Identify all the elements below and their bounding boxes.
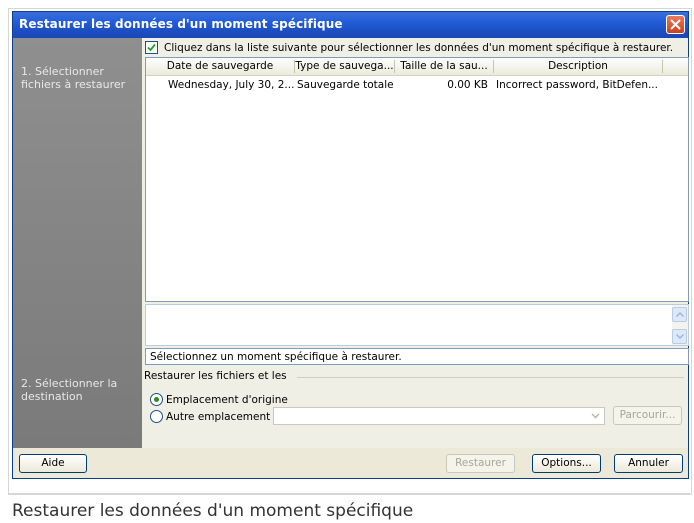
button-bar: Aide Restaurer Options... Annuler	[13, 448, 688, 478]
column-description[interactable]: Description	[494, 60, 662, 72]
column-type[interactable]: Type de sauvega...	[295, 60, 394, 72]
radio-other-location[interactable]: Autre emplacement :	[150, 410, 277, 423]
close-button[interactable]	[666, 15, 685, 34]
radio-other-label: Autre emplacement :	[166, 410, 278, 423]
figure-caption: Restaurer les données d'un moment spécif…	[8, 493, 690, 523]
restore-button[interactable]: Restaurer	[446, 454, 515, 473]
path-dropdown-button[interactable]	[588, 409, 603, 423]
column-size[interactable]: Taille de la sau...	[395, 60, 493, 72]
radio-original-label: Emplacement d'origine	[166, 393, 288, 406]
dialog-title: Restaurer les données d'un moment spécif…	[19, 17, 343, 31]
radio-original-location[interactable]: Emplacement d'origine	[150, 393, 288, 406]
cell-date: Wednesday, July 30, 2...	[168, 79, 294, 91]
group-divider	[297, 377, 684, 378]
radio-original-icon	[150, 393, 163, 406]
options-button[interactable]: Options...	[532, 454, 601, 473]
column-divider	[662, 60, 663, 73]
checkmark-icon	[147, 43, 156, 52]
wizard-sidebar: 1. Sélectionner fichiers à restaurer 2. …	[13, 38, 142, 448]
chevron-up-icon	[676, 312, 684, 317]
instruction-text: Cliquez dans la liste suivante pour séle…	[164, 41, 674, 54]
details-scrollbar[interactable]	[672, 305, 688, 345]
instruction-line: Cliquez dans la liste suivante pour séle…	[145, 41, 673, 54]
close-icon	[670, 19, 681, 30]
browse-button[interactable]: Parcourir...	[613, 406, 682, 425]
cell-size: 0.00 KB	[447, 79, 488, 91]
radio-other-icon	[150, 410, 163, 423]
destination-path-input[interactable]	[273, 407, 605, 425]
chevron-down-icon	[676, 334, 684, 339]
title-bar: Restaurer les données d'un moment spécif…	[13, 12, 688, 38]
cell-type: Sauvegarde totale	[297, 79, 394, 91]
status-text: Sélectionnez un moment spécifique à rest…	[145, 348, 689, 365]
cell-description: Incorrect password, BitDefen...	[496, 79, 658, 91]
backup-list[interactable]: Date de sauvegarde Type de sauvega... Ta…	[145, 57, 689, 302]
chevron-down-icon	[591, 413, 600, 419]
column-date[interactable]: Date de sauvegarde	[146, 60, 294, 72]
details-box	[145, 304, 689, 346]
scroll-up-button[interactable]	[672, 307, 687, 322]
scroll-down-button[interactable]	[672, 329, 687, 344]
instruction-checkbox[interactable]	[145, 41, 158, 54]
restore-group-label: Restaurer les fichiers et les	[144, 370, 287, 382]
list-header: Date de sauvegarde Type de sauvega... Ta…	[146, 58, 688, 76]
restore-dialog: Restaurer les données d'un moment spécif…	[12, 11, 689, 479]
cancel-button[interactable]: Annuler	[614, 454, 683, 473]
main-content: Cliquez dans la liste suivante pour séle…	[142, 38, 689, 448]
step-select-files: 1. Sélectionner fichiers à restaurer	[21, 65, 126, 91]
help-button[interactable]: Aide	[19, 454, 87, 473]
step-select-destination: 2. Sélectionner la destination	[21, 377, 118, 403]
